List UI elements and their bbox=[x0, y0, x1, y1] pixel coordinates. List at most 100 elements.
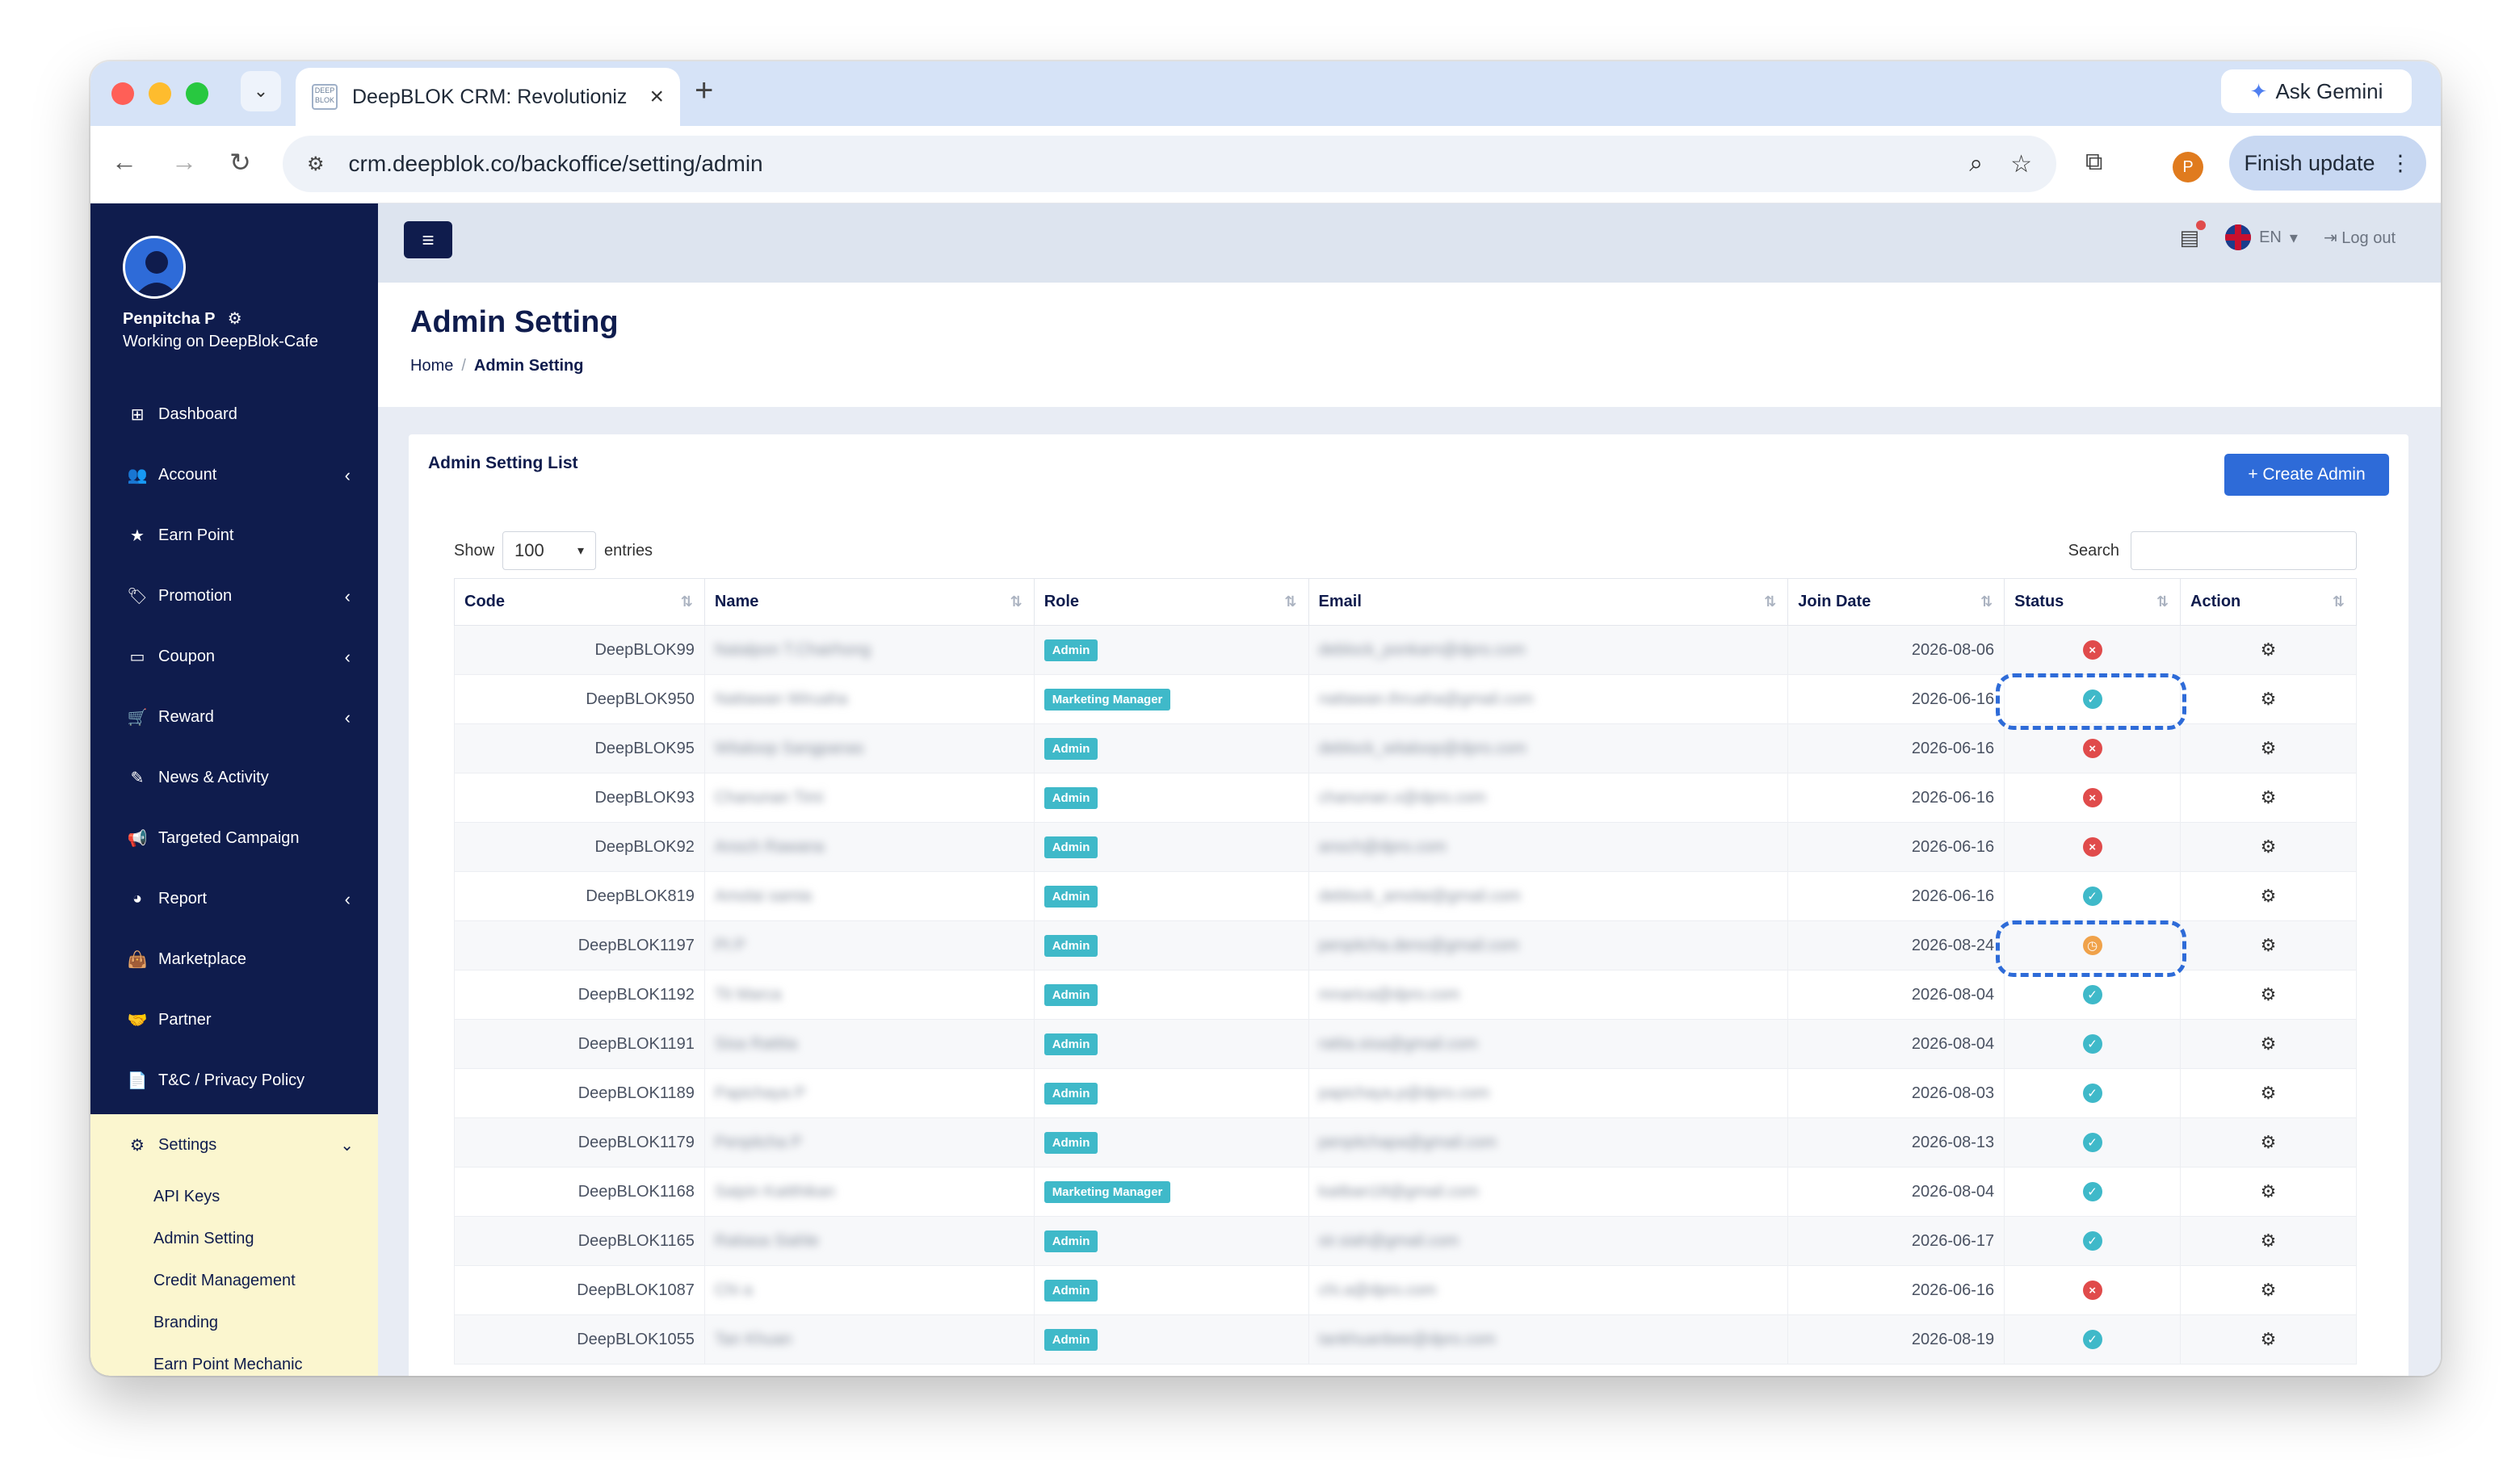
sidebar-item-dashboard[interactable]: ⊞ Dashboard bbox=[90, 384, 378, 445]
minimize-window-button[interactable] bbox=[149, 82, 171, 105]
gear-icon[interactable]: ⚙ bbox=[2261, 1329, 2277, 1349]
sidebar-item-news-activity[interactable]: ✎ News & Activity bbox=[90, 748, 378, 808]
create-admin-button[interactable]: + Create Admin bbox=[2224, 454, 2389, 496]
status-active-check-icon[interactable]: ✓ bbox=[2082, 887, 2102, 906]
url-text[interactable]: crm.deepblok.co/backoffice/setting/admin bbox=[349, 151, 763, 177]
entries-select[interactable]: 100 ▾ bbox=[502, 531, 597, 570]
sort-icon[interactable]: ⇅ bbox=[1764, 593, 1776, 610]
ask-gemini-button[interactable]: ✦ Ask Gemini bbox=[2221, 69, 2412, 113]
join-date-cell: 2026-08-04 bbox=[1787, 970, 2005, 1020]
column-header-role[interactable]: Role ⇅ bbox=[1033, 578, 1309, 626]
gear-icon[interactable]: ⚙ bbox=[2261, 886, 2277, 906]
action-cell: ⚙ bbox=[2180, 1314, 2357, 1365]
gear-icon[interactable]: ⚙ bbox=[228, 310, 242, 328]
status-inactive-icon[interactable]: × bbox=[2082, 640, 2102, 660]
new-tab-icon[interactable]: + bbox=[695, 73, 713, 109]
role-cell: Admin bbox=[1033, 920, 1309, 970]
status-active-check-icon[interactable]: ✓ bbox=[2082, 1182, 2102, 1201]
sidebar-item-coupon[interactable]: ▭ Coupon ‹ bbox=[90, 627, 378, 687]
gear-icon[interactable]: ⚙ bbox=[2261, 935, 2277, 955]
sort-icon[interactable]: ⇅ bbox=[2156, 593, 2169, 610]
close-tab-icon[interactable]: × bbox=[649, 83, 664, 111]
gear-icon[interactable]: ⚙ bbox=[2261, 836, 2277, 857]
gear-icon[interactable]: ⚙ bbox=[2261, 1280, 2277, 1300]
gear-icon[interactable]: ⚙ bbox=[2261, 689, 2277, 709]
column-header-status[interactable]: Status ⇅ bbox=[2004, 578, 2182, 626]
forward-icon[interactable]: → bbox=[171, 147, 197, 177]
logout-link[interactable]: ⇥ Log out bbox=[2324, 228, 2396, 248]
settings-subitem-earn-point-mechanic[interactable]: Earn Point Mechanic bbox=[90, 1344, 378, 1376]
gear-icon[interactable]: ⚙ bbox=[2261, 1230, 2277, 1251]
tab-search-button[interactable]: ⌄ bbox=[241, 71, 281, 111]
status-active-check-icon[interactable]: ✓ bbox=[2082, 1034, 2102, 1054]
role-badge: Marketing Manager bbox=[1044, 1180, 1171, 1203]
profile-avatar[interactable]: P bbox=[2173, 152, 2203, 182]
gear-icon[interactable]: ⚙ bbox=[2261, 1033, 2277, 1054]
extensions-icon[interactable]: ⧉ bbox=[2085, 149, 2102, 176]
sort-icon[interactable]: ⇅ bbox=[1284, 593, 1296, 610]
settings-subitem-api-keys[interactable]: API Keys bbox=[90, 1176, 378, 1218]
status-inactive-icon[interactable]: × bbox=[2082, 739, 2102, 759]
search-input[interactable] bbox=[2131, 531, 2357, 570]
settings-subitem-branding[interactable]: Branding bbox=[90, 1302, 378, 1344]
reload-icon[interactable]: ↻ bbox=[229, 147, 251, 178]
news-icon[interactable]: ▤ bbox=[2180, 220, 2207, 250]
gear-icon[interactable]: ⚙ bbox=[2261, 738, 2277, 758]
sort-icon[interactable]: ⇅ bbox=[1980, 593, 1993, 610]
status-active-check-icon[interactable]: ✓ bbox=[2082, 985, 2102, 1004]
user-avatar[interactable] bbox=[123, 236, 186, 299]
address-bar[interactable]: ⚙ crm.deepblok.co/backoffice/setting/adm… bbox=[283, 136, 2056, 192]
action-cell: ⚙ bbox=[2180, 1265, 2357, 1315]
sidebar-item-reward[interactable]: 🛒 Reward ‹ bbox=[90, 687, 378, 748]
column-header-join-date[interactable]: Join Date ⇅ bbox=[1787, 578, 2005, 626]
zoom-icon[interactable]: ⌕ bbox=[1969, 150, 1983, 178]
email-cell: papichaya.p@dpro.com bbox=[1308, 1068, 1789, 1118]
finish-update-button[interactable]: Finish update ⋮ bbox=[2229, 136, 2426, 191]
card-title: Admin Setting List bbox=[428, 454, 578, 472]
sidebar-item-settings[interactable]: ⚙ Settings ⌄ bbox=[90, 1114, 378, 1176]
status-active-check-icon[interactable]: ✓ bbox=[2082, 1133, 2102, 1152]
sidebar-item-targeted-campaign[interactable]: 📢 Targeted Campaign bbox=[90, 808, 378, 869]
email-cell: penpitchapa@gmail.com bbox=[1308, 1117, 1789, 1167]
column-header-code[interactable]: Code ⇅ bbox=[454, 578, 705, 626]
sort-icon[interactable]: ⇅ bbox=[1010, 593, 1023, 610]
settings-subitem-credit-management[interactable]: Credit Management bbox=[90, 1260, 378, 1302]
column-header-action[interactable]: Action ⇅ bbox=[2180, 578, 2357, 626]
sidebar-item-promotion[interactable]: 🏷 Promotion ‹ bbox=[90, 566, 378, 627]
status-active-check-icon[interactable]: ✓ bbox=[2082, 1231, 2102, 1251]
gear-icon[interactable]: ⚙ bbox=[2261, 1132, 2277, 1152]
settings-subitem-admin-setting[interactable]: Admin Setting bbox=[90, 1218, 378, 1260]
site-settings-icon[interactable]: ⚙ bbox=[307, 153, 325, 176]
sort-icon[interactable]: ⇅ bbox=[2333, 593, 2345, 610]
sidebar-item-marketplace[interactable]: 👜 Marketplace bbox=[90, 929, 378, 990]
name-cell: Ratiasa Siahle bbox=[703, 1216, 1035, 1266]
status-inactive-icon[interactable]: × bbox=[2082, 788, 2102, 808]
gear-icon[interactable]: ⚙ bbox=[2261, 787, 2277, 807]
status-active-check-icon[interactable]: ✓ bbox=[2082, 1084, 2102, 1103]
gear-icon[interactable]: ⚙ bbox=[2261, 639, 2277, 660]
sidebar-item-t-c-privacy-policy[interactable]: 📄 T&C / Privacy Policy bbox=[90, 1050, 378, 1111]
close-window-button[interactable] bbox=[111, 82, 134, 105]
sidebar-item-partner[interactable]: 🤝 Partner bbox=[90, 990, 378, 1050]
column-header-name[interactable]: Name ⇅ bbox=[703, 578, 1035, 626]
menu-toggle-button[interactable]: ≡ bbox=[404, 221, 452, 258]
language-selector[interactable]: EN ▾ bbox=[2225, 224, 2298, 250]
gear-icon[interactable]: ⚙ bbox=[2261, 1181, 2277, 1201]
sidebar-item-earn-point[interactable]: ★ Earn Point bbox=[90, 505, 378, 566]
status-active-check-icon[interactable]: ✓ bbox=[2082, 1330, 2102, 1349]
status-inactive-icon[interactable]: × bbox=[2082, 837, 2102, 857]
gear-icon[interactable]: ⚙ bbox=[2261, 1083, 2277, 1103]
sort-icon[interactable]: ⇅ bbox=[681, 593, 693, 610]
column-header-email[interactable]: Email ⇅ bbox=[1308, 578, 1789, 626]
status-inactive-icon[interactable]: × bbox=[2082, 1281, 2102, 1301]
join-date-cell: 2026-08-03 bbox=[1787, 1068, 2005, 1118]
zoom-window-button[interactable] bbox=[186, 82, 208, 105]
sidebar-item-report[interactable]: ◕ Report ‹ bbox=[90, 869, 378, 929]
gear-icon[interactable]: ⚙ bbox=[2261, 984, 2277, 1004]
sidebar-item-account[interactable]: 👥 Account ‹ bbox=[90, 445, 378, 505]
sidebar-item-label: Reward bbox=[158, 708, 214, 726]
bookmark-star-icon[interactable]: ☆ bbox=[2010, 150, 2032, 178]
back-icon[interactable]: ← bbox=[111, 147, 137, 177]
browser-tab[interactable]: DEEP BLOK DeepBLOK CRM: Revolutioniz × bbox=[296, 68, 680, 126]
breadcrumb-home[interactable]: Home bbox=[410, 357, 453, 375]
